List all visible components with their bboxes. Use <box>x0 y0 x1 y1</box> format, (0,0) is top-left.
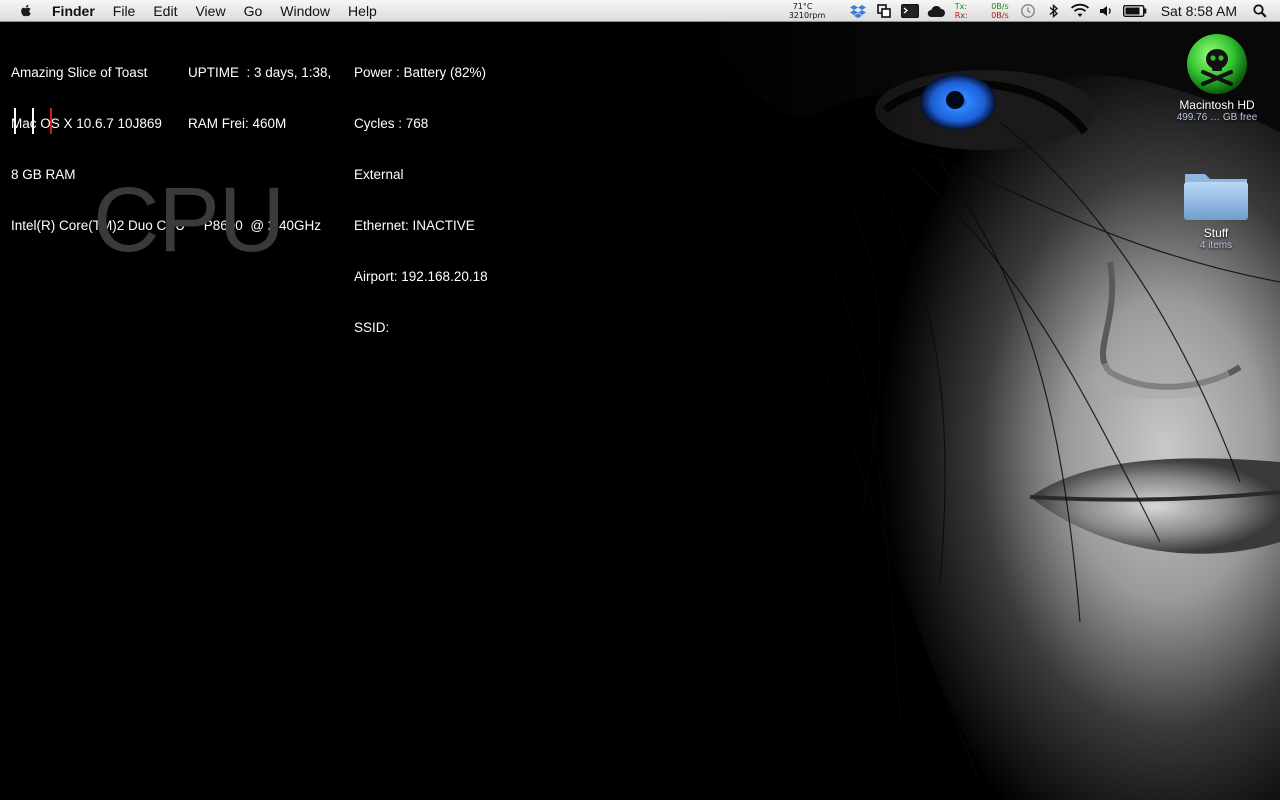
dropbox-icon[interactable] <box>848 3 868 19</box>
menu-go[interactable]: Go <box>235 0 272 22</box>
macintosh-hd-icon[interactable]: Macintosh HD 499.76 … GB free <box>1162 32 1272 123</box>
wifi-icon[interactable] <box>1070 3 1090 19</box>
cloud-icon[interactable] <box>926 3 946 19</box>
battery-icon[interactable] <box>1122 3 1148 19</box>
menu-window[interactable]: Window <box>271 0 339 22</box>
window-switch-icon[interactable] <box>874 3 894 19</box>
ssid-text: SSID: <box>354 320 390 335</box>
macintosh-hd-free-space: 499.76 … GB free <box>1176 112 1258 123</box>
menu-edit[interactable]: Edit <box>144 0 186 22</box>
menu-bar: Finder File Edit View Go Window Help 71°… <box>0 0 1280 22</box>
time-machine-icon[interactable] <box>1018 3 1038 19</box>
volume-icon[interactable] <box>1096 3 1116 19</box>
rx-value: 0B/s <box>991 11 1009 20</box>
spotlight-search-icon[interactable] <box>1250 3 1270 19</box>
macintosh-hd-label: Macintosh HD <box>1179 98 1255 112</box>
uptime-widget: UPTIME : 3 days, 1:38, RAM Frei: 460M <box>188 30 331 166</box>
cpu-label: CPU <box>93 169 285 271</box>
temperature-monitor[interactable]: 71°C 3210rpm <box>789 2 835 20</box>
menu-view[interactable]: View <box>186 0 234 22</box>
menu-help[interactable]: Help <box>339 0 386 22</box>
uptime-text: UPTIME : 3 days, 1:38, <box>188 65 332 80</box>
cpu-bar <box>32 108 34 134</box>
apple-icon[interactable] <box>18 3 34 19</box>
power-status: Power : Battery (82%) <box>354 65 487 80</box>
network-monitor[interactable]: Tx: Rx: 0B/s 0B/s <box>955 2 1009 20</box>
temperature-readout: 71°C <box>792 2 813 11</box>
menu-finder[interactable]: Finder <box>46 0 104 22</box>
menu-clock[interactable]: Sat 8:58 AM <box>1161 3 1237 19</box>
power-network-widget: Power : Battery (82%) Cycles : 768 Exter… <box>354 30 488 370</box>
ip-external: External <box>354 167 404 182</box>
tx-value: 0B/s <box>991 2 1009 11</box>
stuff-folder-label: Stuff <box>1203 226 1229 240</box>
free-ram-text: RAM Frei: 460M <box>188 116 287 131</box>
ethernet-status: Ethernet: INACTIVE <box>354 218 475 233</box>
airport-ip: Airport: 192.168.20.18 <box>354 269 488 284</box>
desktop[interactable]: Amazing Slice of Toast Mac OS X 10.6.7 1… <box>0 22 1280 800</box>
battery-cycles: Cycles : 768 <box>354 116 429 131</box>
bluetooth-icon[interactable] <box>1044 3 1064 19</box>
cpu-bar <box>14 108 16 134</box>
menu-file[interactable]: File <box>104 0 145 22</box>
stuff-folder-count: 4 items <box>1199 240 1233 251</box>
rx-label: Rx: <box>954 11 968 20</box>
fan-readout: 3210rpm <box>788 11 826 20</box>
cpu-bar <box>50 108 52 134</box>
skull-drive-icon <box>1187 34 1247 94</box>
stuff-folder-icon[interactable]: Stuff 4 items <box>1161 166 1271 251</box>
tx-label: Tx: <box>954 2 968 11</box>
folder-icon <box>1184 174 1248 220</box>
terminal-icon[interactable] <box>900 3 920 19</box>
cpu-meter <box>14 108 52 135</box>
